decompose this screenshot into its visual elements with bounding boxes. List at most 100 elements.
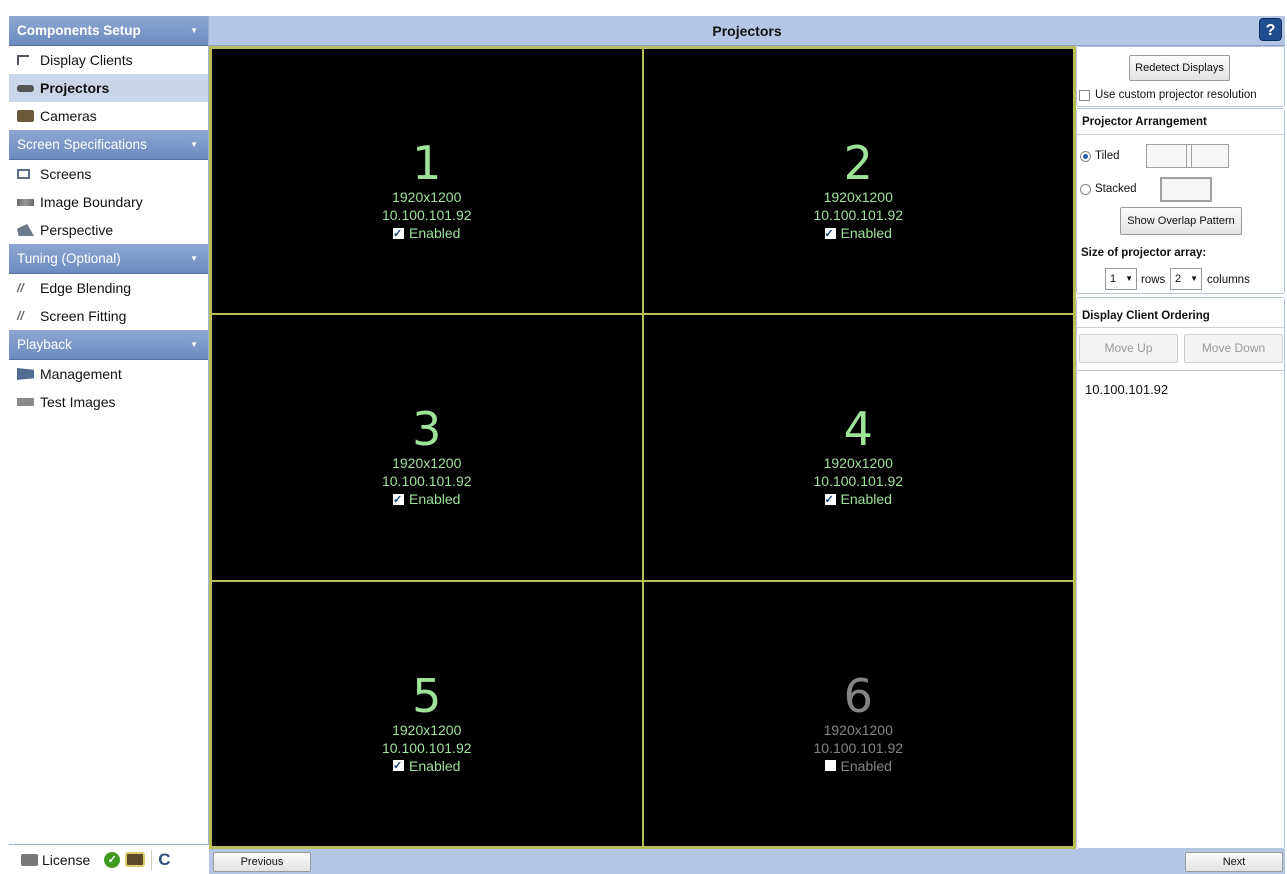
array-size-label: Size of projector array:: [1081, 247, 1207, 259]
columns-value: 2: [1175, 273, 1182, 285]
projector-number: 1: [412, 136, 442, 191]
enabled-label: Enabled: [840, 491, 892, 508]
columns-label: columns: [1207, 274, 1250, 286]
edge-blending-icon: //: [17, 281, 24, 295]
sidebar-item-label: Image Boundary: [40, 194, 143, 210]
section-title: Tuning (Optional): [17, 251, 121, 266]
license-link[interactable]: License: [42, 852, 90, 868]
stacked-label: Stacked: [1095, 183, 1137, 195]
columns-select[interactable]: 2 ▼: [1170, 268, 1202, 290]
projector-ip: 10.100.101.92: [381, 473, 472, 490]
tiled-preview: [1146, 144, 1229, 168]
management-icon: [17, 368, 34, 380]
projector-icon: [17, 84, 34, 92]
tiled-radio[interactable]: [1080, 151, 1091, 162]
chevron-down-icon[interactable]: ▼: [190, 330, 198, 360]
show-overlap-pattern-button[interactable]: Show Overlap Pattern: [1120, 207, 1242, 235]
move-down-button[interactable]: Move Down: [1184, 334, 1283, 363]
sidebar-item-projectors[interactable]: Projectors: [9, 74, 208, 102]
projector-tile[interactable]: 21920x120010.100.101.92Enabled: [642, 48, 1074, 315]
chevron-down-icon: ▼: [1125, 274, 1133, 283]
previous-button[interactable]: Previous: [213, 852, 311, 872]
projector-number: 6: [843, 668, 873, 723]
sidebar-item-test-images[interactable]: Test Images: [9, 388, 208, 416]
sidebar-item-screen-fitting[interactable]: // Screen Fitting: [9, 302, 208, 330]
enabled-checkbox[interactable]: [824, 491, 836, 509]
license-icon: [21, 853, 38, 866]
stacked-radio[interactable]: [1080, 184, 1091, 195]
enabled-label: Enabled: [409, 757, 461, 774]
chevron-down-icon[interactable]: ▼: [190, 16, 198, 46]
projector-number: 3: [412, 402, 442, 457]
custom-resolution-checkbox[interactable]: [1079, 90, 1090, 101]
projector-ip: 10.100.101.92: [813, 473, 904, 490]
enabled-checkbox[interactable]: [824, 225, 836, 243]
sidebar-item-label: Perspective: [40, 222, 114, 238]
projector-enabled-toggle[interactable]: Enabled: [824, 490, 892, 509]
projector-tile[interactable]: 31920x120010.100.101.92Enabled: [211, 314, 643, 581]
section-components-setup[interactable]: Components Setup ▼: [9, 16, 208, 46]
projector-enabled-toggle[interactable]: Enabled: [824, 224, 892, 243]
projector-ip: 10.100.101.92: [381, 207, 472, 224]
custom-resolution-label: Use custom projector resolution: [1095, 89, 1257, 101]
display-clients-icon: [17, 55, 29, 65]
projector-enabled-toggle[interactable]: Enabled: [393, 757, 460, 775]
projector-number: 5: [412, 668, 442, 723]
refresh-icon[interactable]: C: [158, 850, 170, 870]
move-up-button[interactable]: Move Up: [1079, 334, 1178, 363]
projector-resolution: 1920x1200: [823, 455, 893, 472]
section-title: Playback: [17, 337, 72, 352]
rows-label: rows: [1141, 274, 1166, 286]
test-images-icon: [17, 398, 34, 406]
section-title: Screen Specifications: [17, 137, 147, 152]
sidebar-item-perspective[interactable]: Perspective: [9, 216, 208, 244]
sidebar-item-image-boundary[interactable]: Image Boundary: [9, 188, 208, 216]
camera-status-icon[interactable]: [125, 852, 146, 867]
projector-resolution: 1920x1200: [823, 721, 893, 738]
section-tuning[interactable]: Tuning (Optional) ▼: [9, 244, 208, 274]
projector-tile[interactable]: 51920x120010.100.101.92Enabled: [211, 580, 643, 847]
stacked-preview: [1160, 177, 1212, 202]
projector-grid: 11920x120010.100.101.92Enabled21920x1200…: [209, 46, 1076, 849]
enabled-checkbox[interactable]: [393, 757, 405, 775]
bottom-bar: Previous Next: [209, 849, 1285, 874]
screen-icon: [17, 169, 30, 179]
image-boundary-icon: [17, 198, 34, 206]
redetect-displays-button[interactable]: Redetect Displays: [1129, 55, 1230, 81]
sidebar-item-label: Test Images: [40, 394, 116, 410]
chevron-down-icon[interactable]: ▼: [190, 244, 198, 274]
section-screen-specifications[interactable]: Screen Specifications ▼: [9, 130, 208, 160]
sidebar-item-label: Management: [40, 366, 122, 382]
rows-value: 1: [1110, 273, 1117, 285]
chevron-down-icon[interactable]: ▼: [190, 130, 198, 160]
sidebar-item-screens[interactable]: Screens: [9, 160, 208, 188]
projector-enabled-toggle[interactable]: Enabled: [393, 224, 460, 243]
sidebar-footer: License ✓ C: [9, 844, 209, 874]
enabled-checkbox[interactable]: [393, 491, 405, 509]
enabled-label: Enabled: [840, 225, 892, 242]
sidebar-item-cameras[interactable]: Cameras: [9, 102, 208, 130]
enabled-checkbox[interactable]: [393, 225, 405, 243]
projector-number: 2: [843, 136, 873, 191]
client-list-item[interactable]: 10.100.101.92: [1085, 382, 1168, 397]
enabled-checkbox[interactable]: [824, 760, 836, 772]
sidebar-item-management[interactable]: Management: [9, 360, 208, 388]
divider: [151, 849, 153, 870]
projector-tile[interactable]: 6 1920x1200 10.100.101.92 Enabled: [642, 580, 1074, 847]
help-icon[interactable]: ?: [1259, 18, 1282, 41]
projector-ip: 10.100.101.92: [813, 739, 904, 756]
perspective-icon: [17, 224, 34, 236]
divider: [1077, 370, 1284, 371]
next-button[interactable]: Next: [1185, 852, 1283, 872]
sidebar-item-edge-blending[interactable]: // Edge Blending: [9, 274, 208, 302]
projector-tile[interactable]: 11920x120010.100.101.92Enabled: [211, 48, 643, 315]
section-playback[interactable]: Playback ▼: [9, 330, 208, 360]
section-title: Components Setup: [17, 23, 141, 38]
projector-enabled-toggle[interactable]: Enabled: [824, 757, 892, 775]
sidebar-item-display-clients[interactable]: Display Clients: [9, 46, 208, 74]
projector-tile[interactable]: 41920x120010.100.101.92Enabled: [642, 314, 1074, 581]
projector-resolution: 1920x1200: [392, 455, 462, 472]
tiled-label: Tiled: [1095, 150, 1120, 162]
rows-select[interactable]: 1 ▼: [1105, 268, 1137, 290]
projector-enabled-toggle[interactable]: Enabled: [393, 490, 460, 509]
